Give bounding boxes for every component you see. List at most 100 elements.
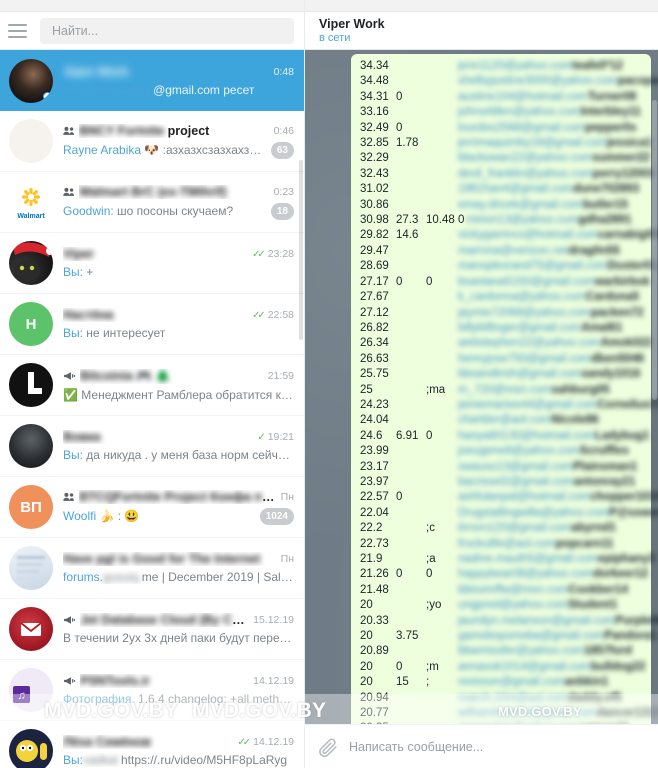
value-col-2: 3.75	[396, 630, 419, 643]
value-col-1: 28.69	[360, 260, 389, 273]
credential-text: ashfulanpal@hotmail.comchopper1010	[458, 491, 658, 504]
credential-text: johnsrkllen@yahoo.comInterbley11	[458, 106, 641, 119]
avatar[interactable]	[9, 546, 53, 590]
chat-list-item[interactable]: BNCY Fortnite project 0:46 Rayne Arabika 🐶…	[0, 111, 304, 172]
chat-timestamp: ✓✓ 22:58	[251, 309, 294, 321]
chat-list-sidebar: Viper Work 0:48 manoplexxxxd75@gmail.com р…	[0, 0, 305, 768]
avatar[interactable]	[9, 58, 53, 103]
credential-text: bbsandtrish@gmail.comsandy1016	[458, 368, 641, 381]
message-data-row: 23.97 bacrissel2@gmail.comantonray21	[360, 475, 642, 490]
value-col-2: 0	[396, 491, 403, 504]
chat-list-item[interactable]: Лёха Семёнов ✓✓ 14.12.19 Вы:vadkal https:/…	[0, 721, 304, 768]
value-col-1: 27.12	[360, 306, 389, 319]
chat-title: Viper Work	[63, 64, 129, 79]
avatar[interactable]	[9, 607, 53, 651]
credential-text: lourdes2568@gmail.compepper0s	[458, 121, 637, 134]
credential-text: bbwmissfer@yahoo.com1857ford	[458, 645, 633, 658]
chat-list-item[interactable]: ВП BTCQFortnite Project Конфа пользовател…	[0, 477, 304, 538]
value-col-1: 26.82	[360, 321, 389, 334]
search-input[interactable]	[52, 23, 282, 38]
message-data-row: 32.43 devil_franklin@yahoo.comperry12003	[360, 167, 654, 182]
conversation-panel: Viper Work в сети 34.34 jenn1120@yahoo.co…	[305, 0, 658, 768]
message-bubble[interactable]: 34.34 jenn1120@yahoo.comteafe0*12 34.48 she…	[351, 54, 658, 724]
credential-text: manoplexrand75@gmail.comDuster01	[458, 260, 657, 273]
chat-preview: В течении 2ух 3х дней паки будут перезал…	[63, 631, 294, 645]
value-col-1: 29.82	[360, 229, 389, 242]
chat-name-blurred: Jet Database Cloud (By Chucky) Lol	[80, 613, 248, 627]
message-data-row: 26.82 billybillinger@gmail.comAmal61	[360, 321, 642, 336]
message-data-row: 20 0 ;m annasok1014@gmail.combulldog22	[360, 660, 646, 675]
avatar[interactable]	[9, 363, 53, 407]
credential-text: joeugene8@yahoo.comScruffles	[458, 445, 629, 458]
value-col-1: 21.26	[360, 568, 389, 581]
chat-preview: Фотография, 1.6.4 changelog: +all method…	[63, 692, 294, 706]
credential-text: jamiemariee44@gmail.comCornelius71	[458, 398, 658, 411]
hamburger-menu-icon[interactable]	[8, 19, 32, 43]
chat-list-item[interactable]: ♫ PSNTools.ir 14.12.19 Фотография, 1.6.4 c…	[0, 660, 304, 721]
chat-list-item[interactable]: Viper Work 0:48 manoplexxxxd75@gmail.com р…	[0, 50, 304, 111]
chat-preview: Вы: +	[63, 265, 294, 279]
value-col-3: 10.48 0	[426, 214, 465, 227]
avatar[interactable]: Н	[9, 302, 53, 346]
outgoing-message-row: 34.34 jenn1120@yahoo.comteafe0*12 34.48 she…	[313, 54, 658, 724]
chat-preview-prefix: Фотография,	[63, 692, 135, 706]
value-col-1: 21.9	[360, 553, 383, 565]
chat-list[interactable]: Viper Work 0:48 manoplexxxxd75@gmail.com р…	[0, 50, 304, 768]
message-area: 34.34 jenn1120@yahoo.comteafe0*12 34.48 she…	[305, 50, 658, 724]
group-icon	[63, 492, 75, 502]
value-col-3: ;yo	[426, 599, 442, 612]
search-box[interactable]	[40, 17, 294, 44]
chat-preview-suffix: .ru/video/M5HF8pLaRyg	[157, 753, 288, 767]
conversation-scrollbar[interactable]	[652, 100, 657, 400]
chat-name-blurred: Viper	[63, 247, 95, 261]
chat-list-item[interactable]: Bitcoinia 🎮 🌲 21:59 ✅ Менеджмент Рамблера…	[0, 355, 304, 416]
credential-text: hanya60130@hotmail.comLadybug1	[458, 429, 650, 442]
message-data-row: 24.23 jamiemariee44@gmail.comCornelius71	[360, 398, 658, 413]
chat-list-item[interactable]: Н Настёна ✓✓ 22:58 Вы: не интересует	[0, 294, 304, 355]
megaphone-icon	[63, 676, 76, 686]
message-composer[interactable]	[305, 724, 658, 768]
message-data-row: 21.48 bbisonrffw@msn.comCookber14	[360, 583, 642, 598]
chat-list-item[interactable]: Walmart Walmart BrC (ex-TMthrif) 0:23 Good…	[0, 172, 304, 233]
credential-text: austine104@hotmail.comTurner08	[458, 90, 637, 103]
chat-preview: Вы: не интересует	[63, 326, 294, 340]
message-input[interactable]	[349, 739, 646, 754]
cartoon-photo	[16, 740, 47, 762]
chat-preview-prefix: Вы:	[63, 448, 83, 462]
chat-timestamp: Пн	[280, 553, 294, 565]
avatar[interactable]: ♫	[9, 668, 53, 712]
credential-text: gamebopsmeba@gmail.comPandora1	[458, 630, 657, 643]
value-col-3: 0	[426, 429, 433, 442]
chat-timestamp: 21:59	[267, 370, 294, 382]
sidebar-scrollbar[interactable]	[299, 160, 303, 340]
conversation-header[interactable]: Viper Work в сети	[305, 12, 658, 50]
walmart-logo-icon: Walmart	[17, 188, 45, 220]
message-data-row: 20.89 bbwmissfer@yahoo.com1857ford	[360, 644, 642, 659]
credential-text: annasok1014@gmail.combulldog22	[458, 660, 646, 673]
paperclip-icon[interactable]	[317, 736, 339, 758]
avatar[interactable]	[9, 241, 53, 285]
value-col-1: 27.67	[360, 291, 389, 304]
chat-list-item[interactable]: Viper ✓✓ 23:28 Вы: +	[0, 233, 304, 294]
message-data-row: 32.49 0 lourdes2568@gmail.compepper0s	[360, 121, 642, 136]
chat-list-item[interactable]: Вовка ✓ 19:21 Вы: да никуда . у меня база …	[0, 416, 304, 477]
avatar[interactable]	[9, 119, 53, 163]
value-col-2: 1.78	[396, 137, 419, 150]
value-col-1: 23.97	[360, 475, 389, 488]
value-col-1: 20.89	[360, 645, 389, 658]
credential-text: emay.dricek@gmail.combutler15	[458, 198, 628, 211]
credential-text: billybillinger@gmail.comAmal61	[458, 321, 623, 334]
avatar[interactable]	[9, 424, 53, 468]
megaphone-icon	[63, 615, 76, 625]
value-col-1: 20.94	[360, 691, 389, 704]
avatar[interactable]	[9, 729, 53, 768]
avatar[interactable]: ВП	[9, 485, 53, 529]
message-data-row: 27.17 0 0 bsantana5150@gmail.comwarbirbok	[360, 275, 650, 290]
credential-text: vickygarrincs@hotmail.comcarnabig05	[458, 229, 658, 242]
avatar[interactable]: Walmart	[9, 180, 53, 224]
chat-list-item[interactable]: Jet Database Cloud (By Chucky) Lol 15.12…	[0, 599, 304, 660]
chat-preview-blurred: manoplexxxxd75	[63, 82, 154, 97]
chat-list-item[interactable]: Have pgl is Good for The Internet Пн foru…	[0, 538, 304, 599]
svg-text:Walmart: Walmart	[17, 213, 45, 220]
chat-title: Настёна	[63, 308, 246, 322]
